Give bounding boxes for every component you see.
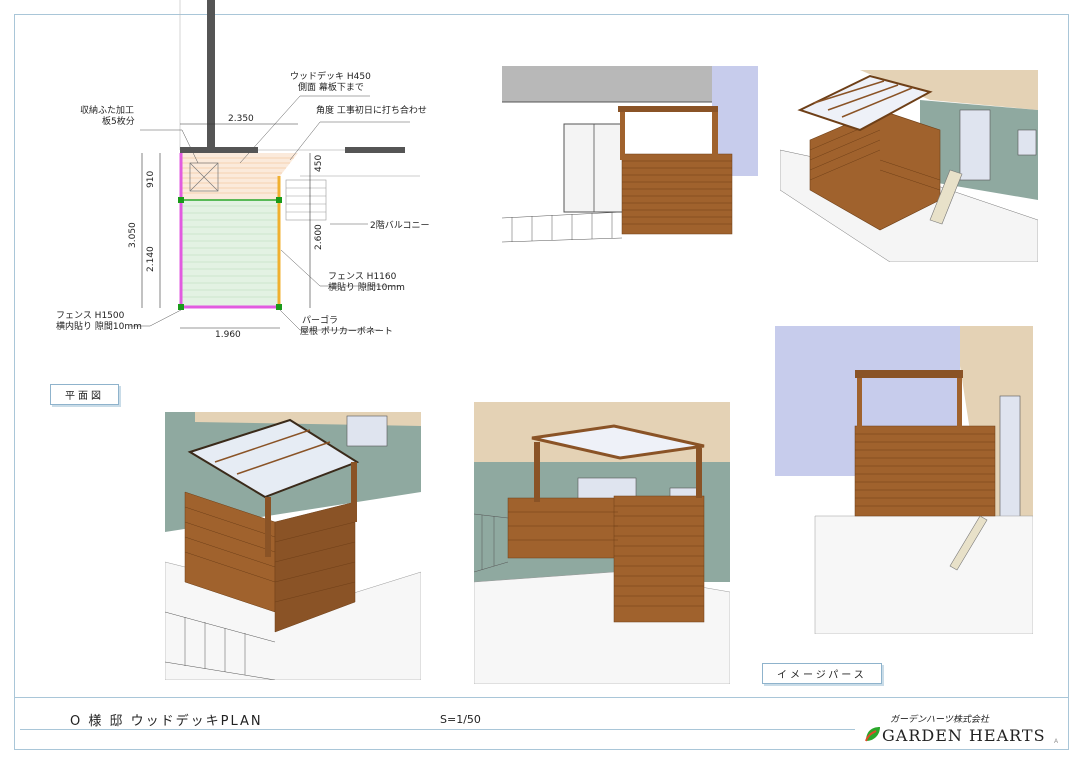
fence-right-label: フェンス H1160 <box>328 272 397 282</box>
sheet-mark: A <box>1054 738 1059 745</box>
deck-label: ウッドデッキ H450 <box>290 72 371 82</box>
dim-top-width: 2.350 <box>228 114 254 124</box>
sheet-title: O 様 邸 ウッドデッキPLAN <box>70 714 263 729</box>
company-name-jp: ガーデンハーツ株式会社 <box>890 715 989 725</box>
fence-left-label: フェンス H1500 <box>56 311 125 321</box>
pergola-label: パーゴラ <box>302 316 339 326</box>
fence-right-sublabel: 横貼り 隙間10mm <box>328 283 405 293</box>
scale-label: S=1/50 <box>440 713 481 726</box>
dim-bottom-width: 1.960 <box>215 330 241 340</box>
title-underline <box>20 729 855 730</box>
dim-total-depth: 3.050 <box>128 222 138 248</box>
company-name-en: GARDEN HEARTS <box>882 726 1046 745</box>
dim-right-lower: 2.600 <box>314 224 324 250</box>
perspective-street-view <box>474 402 730 684</box>
pergola-sublabel: 屋根 ポリカーボネート <box>300 327 393 337</box>
plan-tag: 平面図 <box>50 384 119 405</box>
dim-upper-depth: 910 <box>146 170 156 188</box>
storage-lid-label: 収納ふた加工 <box>80 106 135 116</box>
angle-note: 角度 工事初日に打ち合わせ <box>316 106 427 116</box>
dim-lower-depth: 2.140 <box>146 246 156 272</box>
fence-left-sublabel: 横内貼り 隙間10mm <box>56 322 142 332</box>
perspective-corner-view <box>165 412 421 680</box>
perspective-aerial-view <box>780 70 1038 262</box>
dim-right-upper: 450 <box>314 154 324 172</box>
balcony-label: 2階バルコニー <box>370 221 430 231</box>
plan-drawing <box>130 0 420 331</box>
title-block-divider <box>14 697 1069 698</box>
perspective-side-view <box>775 326 1033 634</box>
perspective-front-view <box>502 66 758 246</box>
deck-sublabel: 側面 幕板下まで <box>298 83 364 93</box>
image-perspective-tag: イメージパース <box>762 663 882 684</box>
storage-lid-sublabel: 板5枚分 <box>102 117 135 127</box>
leaf-logo-icon <box>865 727 880 742</box>
